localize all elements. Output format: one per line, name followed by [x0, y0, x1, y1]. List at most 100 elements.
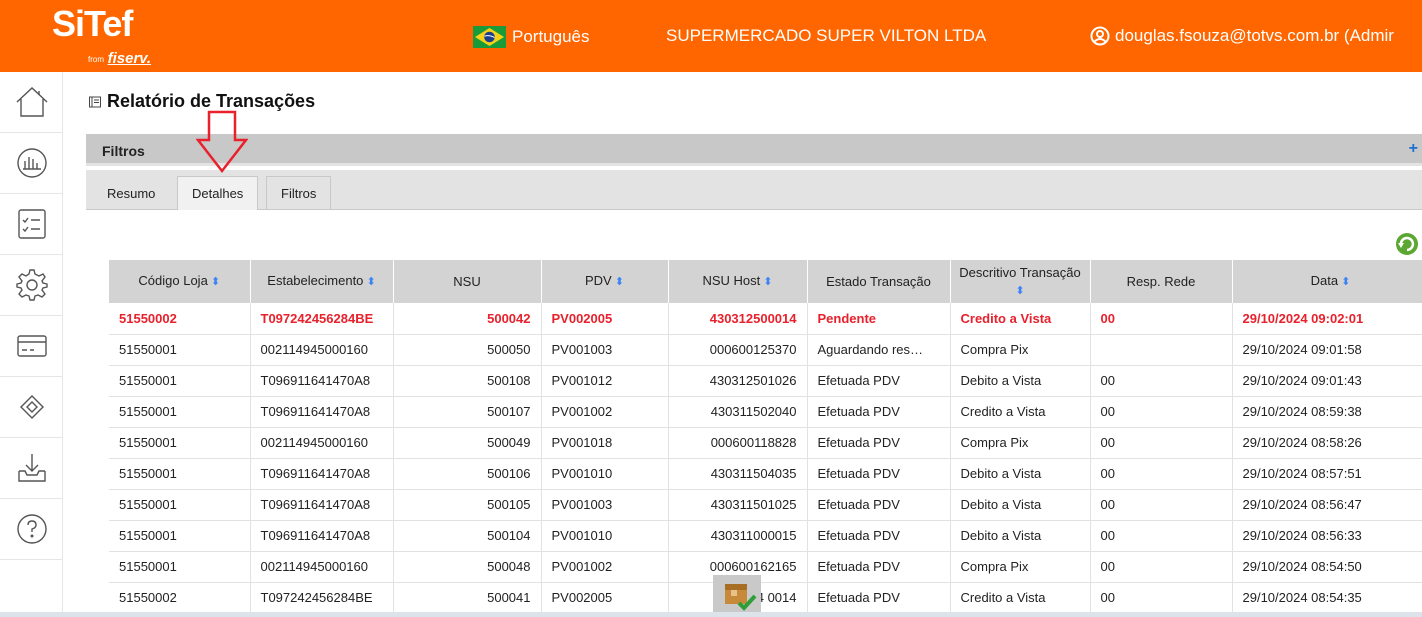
- sidebar-item-dashboard[interactable]: [0, 133, 63, 194]
- table-cell: PV001003: [541, 334, 669, 366]
- table-row[interactable]: 51550002 T097242456284BE 500042 PV002005 430…: [109, 303, 1422, 335]
- filters-panel-header[interactable]: Filtros +: [86, 134, 1422, 166]
- sidebar-item-pix[interactable]: [0, 377, 63, 438]
- logo-brand: fiserv.: [107, 50, 151, 67]
- table-cell: 002114945000160: [250, 551, 394, 583]
- sidebar-item-help[interactable]: [0, 499, 63, 560]
- table-cell: 00: [1090, 396, 1233, 428]
- table-cell: 51550001: [109, 427, 251, 459]
- column-header[interactable]: Código Loja ⬍: [109, 260, 251, 303]
- package-check-icon[interactable]: [713, 575, 761, 617]
- column-header-label: Data: [1310, 273, 1339, 288]
- table-row[interactable]: 51550001 T096911641470A8 500106 PV001010 430…: [109, 458, 1422, 490]
- table-row[interactable]: 51550002 T097242456284BE 500041 PV002005 4 0…: [109, 582, 1422, 614]
- table-cell: 51550001: [109, 396, 251, 428]
- table-cell: 002114945000160: [250, 427, 394, 459]
- sort-icon[interactable]: ⬍: [208, 276, 220, 288]
- sort-icon[interactable]: ⬍: [760, 276, 772, 288]
- transactions-table: Código Loja ⬍ Estabelecimento ⬍ NSU PDV ⬍ NS…: [109, 260, 1422, 614]
- sort-icon[interactable]: ⬍: [612, 276, 624, 288]
- table-cell: 500108: [393, 365, 542, 397]
- table-cell: PV001002: [541, 551, 669, 583]
- user-menu[interactable]: douglas.fsouza@totvs.com.br (Admir: [1090, 26, 1394, 46]
- table-cell: T097242456284BE: [250, 303, 394, 335]
- sort-icon[interactable]: ⬍: [1015, 285, 1024, 297]
- column-header[interactable]: Descritivo Transação ⬍: [950, 260, 1091, 303]
- table-cell: PV002005: [541, 582, 669, 614]
- table-cell: 51550001: [109, 551, 251, 583]
- table-cell: T096911641470A8: [250, 520, 394, 552]
- tab-resumo[interactable]: Resumo: [93, 176, 169, 210]
- column-header-label: NSU: [453, 274, 481, 289]
- table-cell: Compra Pix: [950, 551, 1091, 583]
- sitef-logo[interactable]: SiTef from fiserv.: [52, 6, 151, 68]
- table-cell: PV001003: [541, 489, 669, 521]
- column-header[interactable]: PDV ⬍: [541, 260, 669, 303]
- table-cell: 29/10/2024 09:01:43: [1232, 365, 1422, 397]
- sort-icon[interactable]: ⬍: [363, 276, 375, 288]
- home-icon: [16, 87, 47, 117]
- tab-bar: Resumo Detalhes Filtros: [86, 170, 1422, 210]
- table-cell: 500041: [393, 582, 542, 614]
- sort-icon[interactable]: ⬍: [1338, 276, 1350, 288]
- table-cell: Efetuada PDV: [807, 427, 951, 459]
- table-cell: 51550002: [109, 303, 251, 335]
- table-row[interactable]: 51550001 002114945000160 500048 PV001002 000…: [109, 551, 1422, 583]
- top-header: SiTef from fiserv. Português SUPERMERCAD…: [0, 0, 1422, 72]
- tab-filtros[interactable]: Filtros: [266, 176, 332, 210]
- column-header[interactable]: Estabelecimento ⬍: [250, 260, 394, 303]
- table-cell: 00: [1090, 520, 1233, 552]
- table-cell: Efetuada PDV: [807, 396, 951, 428]
- download-icon: [17, 454, 46, 482]
- table-row[interactable]: 51550001 002114945000160 500049 PV001018 000…: [109, 427, 1422, 459]
- table-cell: Efetuada PDV: [807, 582, 951, 614]
- table-cell: 500105: [393, 489, 542, 521]
- table-row[interactable]: 51550001 T096911641470A8 500107 PV001002 430…: [109, 396, 1422, 428]
- table-cell: Credito a Vista: [950, 303, 1091, 335]
- expand-filters-icon[interactable]: +: [1409, 140, 1418, 158]
- chart-icon: [16, 148, 47, 178]
- table-cell: 500104: [393, 520, 542, 552]
- sidebar: [0, 72, 63, 617]
- table-cell: PV001010: [541, 458, 669, 490]
- table-cell: 51550002: [109, 582, 251, 614]
- table-cell: 002114945000160: [250, 334, 394, 366]
- column-header: Resp. Rede: [1090, 260, 1233, 303]
- down-arrow-annotation: [196, 110, 248, 174]
- column-header-label: Código Loja: [138, 273, 208, 288]
- table-cell: 430311502040: [668, 396, 808, 428]
- table-cell: 430311504035: [668, 458, 808, 490]
- sidebar-item-home[interactable]: [0, 72, 63, 133]
- table-cell: 29/10/2024 09:02:01: [1232, 303, 1422, 335]
- table-cell: 29/10/2024 08:59:38: [1232, 396, 1422, 428]
- table-header-row: Código Loja ⬍ Estabelecimento ⬍ NSU PDV ⬍ NS…: [109, 260, 1422, 303]
- language-selector[interactable]: Português: [473, 26, 590, 48]
- refresh-icon[interactable]: [1394, 231, 1420, 257]
- table-cell: 500042: [393, 303, 542, 335]
- column-header[interactable]: Data ⬍: [1232, 260, 1422, 303]
- column-header-label: Estabelecimento: [267, 273, 364, 288]
- column-header[interactable]: NSU Host ⬍: [668, 260, 808, 303]
- table-cell: Efetuada PDV: [807, 551, 951, 583]
- table-cell: Compra Pix: [950, 427, 1091, 459]
- table-row[interactable]: 51550001 T096911641470A8 500104 PV001010 430…: [109, 520, 1422, 552]
- sidebar-item-tasks[interactable]: [0, 194, 63, 255]
- table-cell: T097242456284BE: [250, 582, 394, 614]
- sidebar-item-download[interactable]: [0, 438, 63, 499]
- table-cell: 500048: [393, 551, 542, 583]
- sidebar-item-settings[interactable]: [0, 255, 63, 316]
- column-header: Estado Transação: [807, 260, 951, 303]
- table-cell: PV001012: [541, 365, 669, 397]
- column-header-label: Resp. Rede: [1126, 274, 1196, 289]
- table-cell: [1090, 334, 1233, 366]
- tab-detalhes[interactable]: Detalhes: [177, 176, 259, 210]
- table-row[interactable]: 51550001 002114945000160 500050 PV001003 000…: [109, 334, 1422, 366]
- sidebar-item-cards[interactable]: [0, 316, 63, 377]
- language-label: Português: [512, 27, 590, 46]
- table-row[interactable]: 51550001 T096911641470A8 500108 PV001012 430…: [109, 365, 1422, 397]
- table-cell: Efetuada PDV: [807, 458, 951, 490]
- table-cell: 29/10/2024 08:56:33: [1232, 520, 1422, 552]
- table-cell: Debito a Vista: [950, 489, 1091, 521]
- table-cell: 00: [1090, 427, 1233, 459]
- table-row[interactable]: 51550001 T096911641470A8 500105 PV001003 430…: [109, 489, 1422, 521]
